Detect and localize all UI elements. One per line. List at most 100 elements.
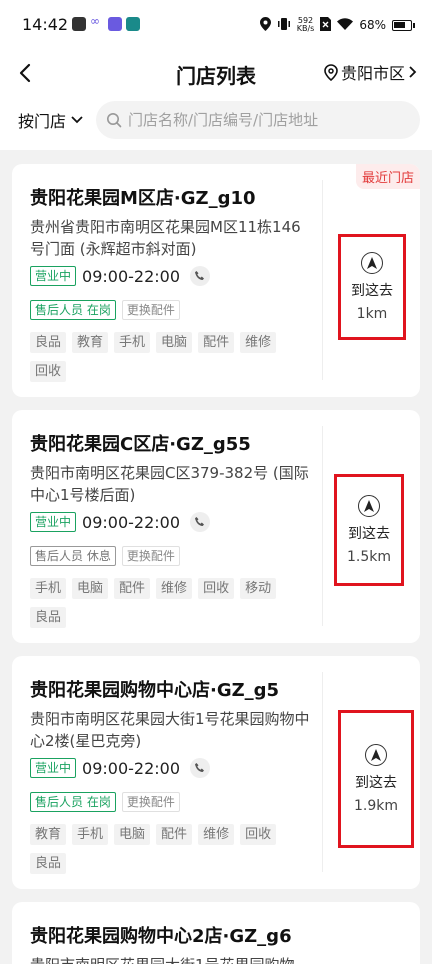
status-time: 14:42 bbox=[22, 15, 69, 34]
app-icon-2 bbox=[126, 17, 140, 31]
service-tag: 手机 bbox=[30, 578, 67, 599]
navigate-button[interactable]: 到这去 1km bbox=[338, 234, 406, 340]
battery-percent: 68% bbox=[359, 18, 386, 32]
service-tag: 配件 bbox=[198, 332, 235, 353]
hours-row: 营业中 09:00-22:00 bbox=[30, 512, 211, 532]
service-tag: 回收 bbox=[240, 824, 277, 845]
app-icon bbox=[108, 17, 122, 31]
store-address: 贵阳市南明区花果园C区379-382号 (国际中心1号楼后面) bbox=[30, 464, 309, 504]
filter-dropdown[interactable]: 按门店 bbox=[18, 108, 84, 132]
filter-label: 按门店 bbox=[18, 112, 67, 131]
store-address: 贵阳市南明区花果园大街1号花果园购物中心2楼(星巴克旁) bbox=[30, 710, 310, 750]
store-distance: 1.9km bbox=[353, 798, 398, 814]
service-tag: 电脑 bbox=[156, 332, 193, 353]
navigate-label: 到这去 bbox=[351, 283, 393, 299]
service-tag: 维修 bbox=[198, 824, 235, 845]
service-tag: 良品 bbox=[30, 332, 67, 353]
top-bar: 14:42 ∞ 592 KB/s 68% 门店列表 贵阳市区 按门店 门店名称/… bbox=[0, 0, 432, 150]
hours-row: 营业中 09:00-22:00 bbox=[30, 266, 211, 286]
nav-bar: 门店列表 贵阳市区 bbox=[0, 50, 432, 96]
staff-row: 售后人员 在岗 更换配件 bbox=[30, 792, 180, 812]
infinity-icon: ∞ bbox=[90, 14, 100, 28]
location-pin-icon bbox=[324, 63, 338, 81]
staff-status-badge: 售后人员 休息 bbox=[30, 546, 116, 566]
navigation-arrow-icon bbox=[361, 252, 383, 274]
card-divider bbox=[322, 426, 323, 626]
card-divider bbox=[322, 180, 323, 380]
chevron-down-icon bbox=[71, 116, 83, 124]
status-bar: 14:42 ∞ 592 KB/s 68% bbox=[0, 0, 432, 50]
store-card[interactable]: 最近门店 贵阳花果园M区店·GZ_g10 贵州省贵阳市南明区花果园M区11栋14… bbox=[12, 164, 420, 397]
card-divider bbox=[322, 672, 323, 872]
navigate-label: 到这去 bbox=[348, 526, 390, 542]
store-name: 贵阳花果园购物中心2店·GZ_g6 bbox=[30, 926, 292, 947]
chevron-right-icon bbox=[409, 66, 417, 78]
navigate-label: 到这去 bbox=[355, 775, 397, 791]
service-tag: 回收 bbox=[30, 361, 67, 382]
navigation-arrow-icon bbox=[365, 744, 387, 766]
service-tags: 手机 电脑 配件 维修 回收 移动 良品 bbox=[30, 578, 310, 628]
parts-badge: 更换配件 bbox=[121, 792, 180, 812]
open-status-badge: 营业中 bbox=[30, 512, 77, 532]
navigate-button[interactable]: 到这去 1.5km bbox=[334, 474, 404, 586]
service-tag: 电脑 bbox=[72, 578, 109, 599]
service-tag: 回收 bbox=[198, 578, 235, 599]
service-tag: 配件 bbox=[156, 824, 193, 845]
store-card[interactable]: 贵阳花果园购物中心店·GZ_g5 贵阳市南明区花果园大街1号花果园购物中心2楼(… bbox=[12, 656, 420, 889]
store-name: 贵阳花果园购物中心店·GZ_g5 bbox=[30, 680, 280, 701]
net-speed: 592 KB/s bbox=[297, 17, 315, 33]
service-tag: 良品 bbox=[30, 607, 67, 628]
service-tags: 教育 手机 电脑 配件 维修 回收 良品 bbox=[30, 824, 310, 874]
staff-row: 售后人员 休息 更换配件 bbox=[30, 546, 180, 566]
store-name: 贵阳花果园M区店·GZ_g10 bbox=[30, 188, 256, 209]
store-hours: 09:00-22:00 bbox=[82, 512, 181, 532]
location-icon bbox=[259, 16, 271, 34]
service-tag: 手机 bbox=[72, 824, 109, 845]
recent-store-badge: 最近门店 bbox=[355, 164, 420, 189]
city-selector[interactable]: 贵阳市区 bbox=[324, 60, 418, 84]
open-status-badge: 营业中 bbox=[30, 266, 77, 286]
store-distance: 1.5km bbox=[346, 549, 391, 565]
phone-icon[interactable] bbox=[190, 758, 211, 778]
status-right: 592 KB/s 68% bbox=[259, 14, 415, 36]
store-address: 贵阳市南明区花果园大街1号花果园购物 bbox=[30, 954, 310, 964]
service-tag: 维修 bbox=[240, 332, 277, 353]
parts-badge: 更换配件 bbox=[121, 300, 180, 320]
net-speed-unit: KB/s bbox=[296, 24, 315, 33]
phone-icon[interactable] bbox=[190, 266, 211, 286]
staff-row: 售后人员 在岗 更换配件 bbox=[30, 300, 180, 320]
store-distance: 1km bbox=[356, 306, 388, 322]
store-card[interactable]: 贵阳花果园C区店·GZ_g55 贵阳市南明区花果园C区379-382号 (国际中… bbox=[12, 410, 420, 643]
store-address: 贵州省贵阳市南明区花果园M区11栋146号门面 (永辉超市斜对面) bbox=[30, 218, 301, 258]
navigation-arrow-icon bbox=[358, 495, 380, 517]
store-hours: 09:00-22:00 bbox=[82, 266, 181, 286]
wifi-icon bbox=[337, 17, 354, 33]
search-input[interactable] bbox=[128, 111, 408, 129]
service-tag: 教育 bbox=[72, 332, 109, 353]
service-tag: 良品 bbox=[30, 853, 67, 874]
service-tag: 配件 bbox=[114, 578, 151, 599]
staff-status-badge: 售后人员 在岗 bbox=[30, 792, 116, 812]
phone-icon[interactable] bbox=[190, 512, 211, 532]
battery-icon bbox=[392, 19, 415, 31]
navigate-button[interactable]: 到这去 1.9km bbox=[338, 710, 414, 848]
service-tag: 电脑 bbox=[114, 824, 151, 845]
staff-status-badge: 售后人员 在岗 bbox=[30, 300, 116, 320]
hours-row: 营业中 09:00-22:00 bbox=[30, 758, 211, 778]
service-tag: 维修 bbox=[156, 578, 193, 599]
search-row: 按门店 bbox=[0, 100, 432, 142]
service-tag: 移动 bbox=[240, 578, 277, 599]
city-label: 贵阳市区 bbox=[340, 64, 405, 83]
service-tags: 良品 教育 手机 电脑 配件 维修 回收 bbox=[30, 332, 310, 382]
open-status-badge: 营业中 bbox=[30, 758, 77, 778]
parts-badge: 更换配件 bbox=[121, 546, 180, 566]
store-hours: 09:00-22:00 bbox=[82, 758, 181, 778]
sim-icon bbox=[320, 16, 332, 34]
store-name: 贵阳花果园C区店·GZ_g55 bbox=[30, 434, 251, 455]
service-tag: 教育 bbox=[30, 824, 67, 845]
search-icon bbox=[107, 113, 122, 128]
notification-icon bbox=[72, 17, 86, 31]
vibrate-icon bbox=[277, 17, 291, 34]
store-card[interactable]: 贵阳花果园购物中心2店·GZ_g6 贵阳市南明区花果园大街1号花果园购物 bbox=[12, 902, 420, 964]
search-box[interactable] bbox=[96, 101, 420, 139]
